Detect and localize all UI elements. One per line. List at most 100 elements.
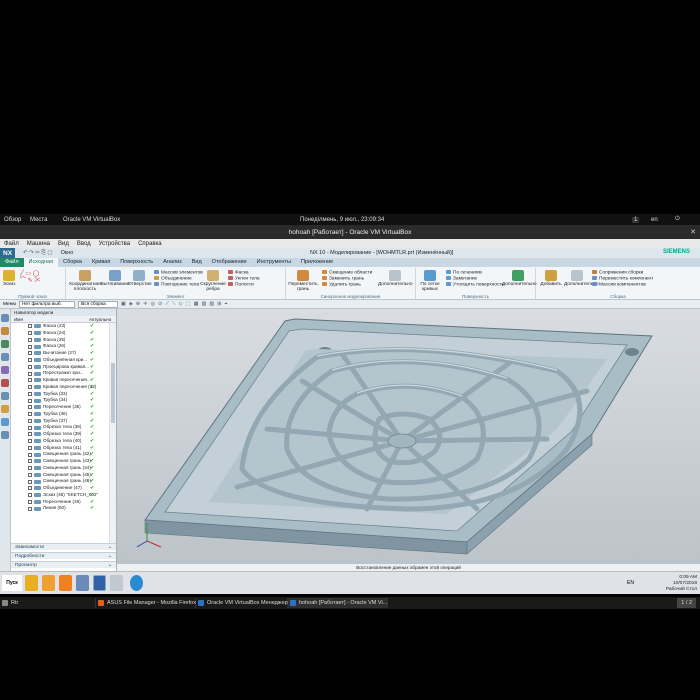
panel-dependencies[interactable]: Зависимости ⌄	[11, 543, 116, 550]
extrude-button[interactable]: Вытягивание	[100, 270, 130, 287]
web-browser-icon[interactable]	[1, 379, 9, 387]
vbox-menu-file[interactable]: Файл	[4, 241, 19, 247]
clock[interactable]: Понеділмень, 9 июл., 23:09:34	[300, 217, 384, 223]
taskbar-item[interactable]: Oracle VM VirtualBox Менеджер	[196, 598, 288, 608]
sketch-button[interactable]: Эскиз	[1, 270, 17, 287]
hd3d-tools-icon[interactable]	[1, 366, 9, 374]
scrollbar-thumb[interactable]	[111, 363, 115, 423]
scope-select[interactable]: Вся сборка	[77, 300, 118, 308]
tree-row[interactable]: Фаска (25) ✔	[11, 337, 108, 344]
explorer-icon[interactable]	[25, 575, 38, 591]
system-tray-clock[interactable]: 0:09 AM 10/07/2018 Рабочий Стол	[666, 575, 697, 593]
tree-row[interactable]: Эскиз (48) "SKETCH_002" ✔	[11, 492, 108, 499]
visibility-checkbox[interactable]	[28, 452, 32, 457]
tab-home[interactable]: Исходная	[23, 258, 59, 267]
document-icon[interactable]	[110, 575, 123, 591]
surface-more-button[interactable]: Дополнительно	[502, 270, 537, 287]
assembly-navigator-icon[interactable]	[1, 314, 9, 322]
tree-row[interactable]: Пересечение (49) ✔	[11, 499, 108, 506]
tab-tools[interactable]: Инструменты	[252, 258, 296, 267]
tree-row[interactable]: Объединённая кри... ✔	[11, 357, 108, 364]
system-materials-icon[interactable]	[1, 405, 9, 413]
visibility-checkbox[interactable]	[28, 418, 32, 423]
shell-button[interactable]: Полости	[228, 282, 260, 288]
navigator-scrollbar[interactable]	[109, 323, 116, 543]
visibility-checkbox[interactable]	[28, 344, 32, 349]
visibility-checkbox[interactable]	[28, 412, 32, 417]
tree-row[interactable]: Объединение (47) ✔	[11, 485, 108, 492]
process-studio-icon[interactable]	[1, 418, 9, 426]
col-name[interactable]: Имя	[11, 316, 89, 322]
tab-assembly[interactable]: Сборка	[58, 258, 87, 267]
vbox-menu-input[interactable]: Ввод	[77, 241, 91, 247]
tree-row[interactable]: Смещенная грань (46) ✔	[11, 478, 108, 485]
tree-row[interactable]: Трубка (37) ✔	[11, 418, 108, 425]
component-pattern-button[interactable]: Массив компонентов	[592, 282, 653, 288]
visibility-checkbox[interactable]	[28, 479, 32, 484]
vbox-menu-machine[interactable]: Машина	[27, 241, 50, 247]
window-menu[interactable]: Окно	[61, 250, 74, 256]
folder-icon[interactable]	[42, 575, 55, 591]
graphics-viewport[interactable]	[117, 309, 700, 564]
visibility-checkbox[interactable]	[28, 466, 32, 471]
history-icon[interactable]	[1, 392, 9, 400]
edge-blend-button[interactable]: Скругление ребра	[200, 270, 226, 292]
start-button[interactable]: Пуск	[2, 575, 22, 591]
workspace-pager[interactable]: 1 / 2	[677, 598, 696, 608]
visibility-checkbox[interactable]	[28, 358, 32, 363]
tree-row[interactable]: Трубка (33) ✔	[11, 391, 108, 398]
tree-row[interactable]: Переотражат кри... ✔	[11, 370, 108, 377]
nx-taskbar-icon[interactable]	[93, 575, 106, 591]
hole-button[interactable]: Отверстие	[128, 270, 152, 287]
taskbar-item[interactable]: Rtr	[0, 598, 96, 608]
delete-face-button[interactable]: Удалить грань	[322, 282, 372, 288]
tree-row[interactable]: Проецирова кривая... ✔	[11, 364, 108, 371]
type-filter-select[interactable]: Нет фильтра выб.	[18, 300, 75, 308]
tree-row[interactable]: Линия (50) ✔	[11, 505, 108, 512]
tree-row[interactable]: Кривая пересечения (32) ✔	[11, 384, 108, 391]
constraint-navigator-icon[interactable]	[1, 327, 9, 335]
panel-details[interactable]: Подробности ⌄	[11, 552, 116, 559]
tab-application[interactable]: Приложение	[296, 258, 338, 267]
input-language[interactable]: EN	[627, 580, 634, 586]
add-component-button[interactable]: Добавить	[540, 270, 562, 287]
tree-row[interactable]: Смещенная грань (42) ✔	[11, 451, 108, 458]
media-player-icon[interactable]	[59, 575, 72, 591]
visibility-checkbox[interactable]	[28, 398, 32, 403]
visibility-checkbox[interactable]	[28, 385, 32, 390]
visibility-checkbox[interactable]	[28, 499, 32, 504]
snap-point-icons[interactable]: ▣ ◈ ⊕ ✛ ◎ ⊙ ⟋ ⟍ ◇ ⬚ ▦ ▧ ▨ ⊞ ⌖	[121, 301, 228, 307]
app-menu[interactable]: Oracle VM VirtualBox	[63, 217, 120, 223]
tree-row[interactable]: Вычитание (27) ✔	[11, 350, 108, 357]
activities-button[interactable]: Обзор	[4, 217, 21, 223]
sketch-tools-icons[interactable]: ╱ ▭ ◯ ⌒ ✎ ✂	[20, 271, 40, 285]
visibility-checkbox[interactable]	[28, 472, 32, 477]
roles-icon[interactable]	[1, 431, 9, 439]
taskbar-item[interactable]: ASUS File Manager - Mozilla Firefox	[96, 598, 196, 608]
reuse-library-icon[interactable]	[1, 353, 9, 361]
visibility-checkbox[interactable]	[28, 371, 32, 376]
menu-button[interactable]: Меню	[3, 302, 16, 307]
app-icon[interactable]	[76, 575, 89, 591]
through-curve-mesh-button[interactable]: По сетке кривых	[418, 270, 442, 292]
tree-row[interactable]: Трубка (34) ✔	[11, 397, 108, 404]
tree-row[interactable]: Фаска (23) ✔	[11, 323, 108, 330]
panel-preview[interactable]: Просмотр ⌄	[11, 561, 116, 568]
tree-row[interactable]: Кривая пересечения... ✔	[11, 377, 108, 384]
close-icon[interactable]: ✕	[690, 228, 696, 236]
tab-render[interactable]: Отображение	[207, 258, 252, 267]
visibility-checkbox[interactable]	[28, 486, 32, 491]
power-icon[interactable]: ⏻	[675, 216, 680, 223]
visibility-checkbox[interactable]	[28, 439, 32, 444]
tree-row[interactable]: Фаска (24) ✔	[11, 330, 108, 337]
browser-icon[interactable]	[130, 575, 143, 591]
tree-row[interactable]: Трубка (36) ✔	[11, 411, 108, 418]
visibility-checkbox[interactable]	[28, 459, 32, 464]
taskbar-item-active[interactable]: hohoah [Работает] - Oracle VM Vi...	[288, 598, 388, 608]
vbox-menu-help[interactable]: Справка	[138, 241, 162, 247]
tree-row[interactable]: Смещенная грань (44) ✔	[11, 465, 108, 472]
tree-row[interactable]: Обрезка тела (38) ✔	[11, 424, 108, 431]
tab-analysis[interactable]: Анализ	[158, 258, 187, 267]
visibility-checkbox[interactable]	[28, 493, 32, 498]
body-pattern-button[interactable]: Повторение тела	[154, 282, 203, 288]
